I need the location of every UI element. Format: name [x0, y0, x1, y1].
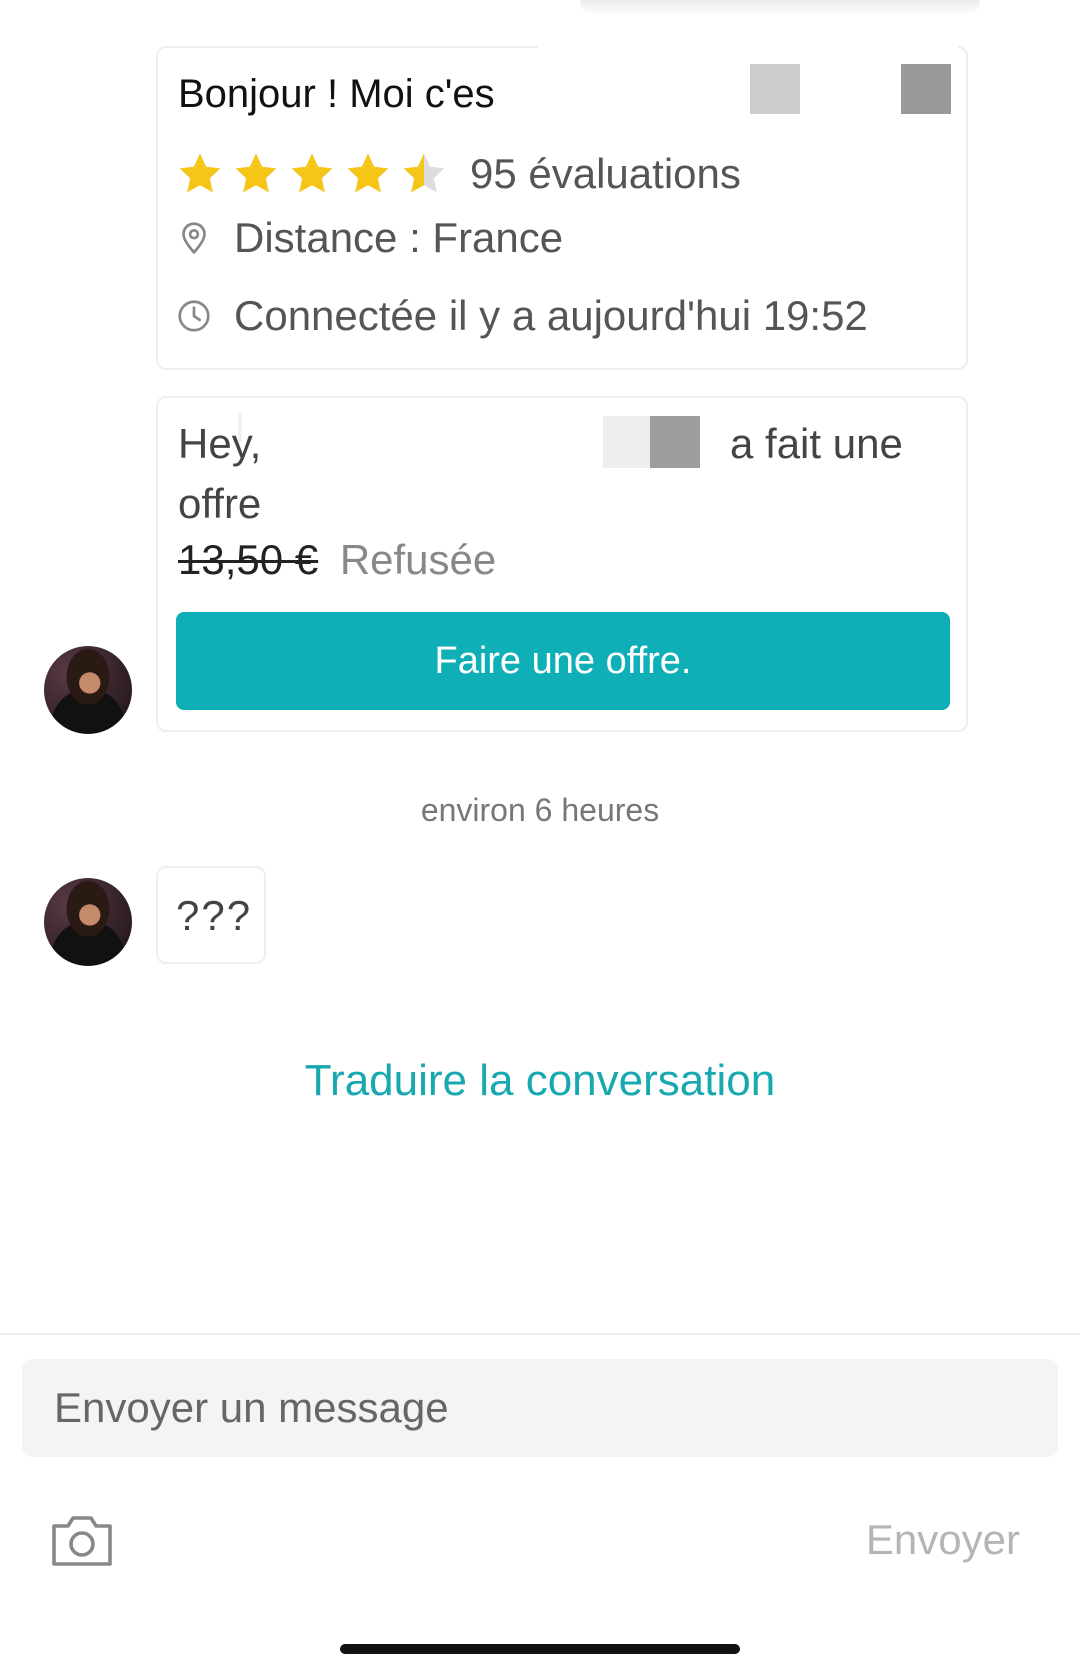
offer-text-end: a fait une — [730, 420, 903, 467]
star-icon — [179, 153, 221, 193]
star-rating — [176, 150, 456, 198]
last-online-row: Connectée il y a aujourd'hui 19:52 — [176, 292, 868, 340]
offer-price: 13,50 € — [178, 536, 319, 583]
distance-text: Distance : France — [234, 214, 564, 261]
offer-text-line2: offre — [178, 480, 262, 527]
camera-icon[interactable] — [50, 1512, 114, 1568]
translate-conversation-link[interactable]: Traduire la conversation — [0, 1056, 1080, 1106]
redaction-block — [650, 416, 700, 468]
offer-text-start: Hey, — [178, 420, 262, 467]
avatar[interactable] — [44, 878, 132, 966]
clock-icon — [178, 300, 210, 332]
divider — [0, 1333, 1080, 1335]
home-indicator — [340, 1644, 740, 1654]
top-shadow — [580, 0, 980, 16]
review-count[interactable]: 95 évaluations — [470, 150, 741, 198]
star-icon — [347, 153, 389, 193]
last-online-text: Connectée il y a aujourd'hui 19:52 — [234, 292, 868, 339]
redaction-block — [238, 412, 242, 442]
profile-card[interactable]: Bonjour ! Moi c'es 95 évaluations Distan… — [156, 44, 968, 370]
redaction-block — [901, 64, 951, 114]
half-star-icon — [403, 153, 445, 193]
offer-status: Refusée — [339, 536, 497, 583]
make-offer-button[interactable]: Faire une offre. — [176, 612, 950, 710]
distance-row: Distance : France — [176, 214, 563, 262]
star-icon — [291, 153, 333, 193]
profile-greeting: Bonjour ! Moi c'es — [178, 72, 495, 116]
redaction-block — [750, 64, 800, 114]
message-input[interactable]: Envoyer un message — [22, 1359, 1058, 1457]
avatar[interactable] — [44, 646, 132, 734]
star-icon — [235, 153, 277, 193]
send-button[interactable]: Envoyer — [866, 1516, 1020, 1564]
rating-row[interactable]: 95 évaluations — [176, 148, 741, 200]
message-timestamp: environ 6 heures — [420, 792, 660, 828]
offer-price-row: 13,50 € Refusée — [178, 536, 496, 584]
redaction-mask — [538, 44, 958, 114]
message-text: ??? — [176, 892, 253, 939]
message-bubble[interactable]: ??? — [156, 866, 266, 964]
message-input-placeholder: Envoyer un message — [54, 1384, 449, 1431]
location-pin-icon — [182, 222, 206, 255]
offer-card: Hey, a fait une offre 13,50 € Refusée Fa… — [156, 396, 968, 732]
